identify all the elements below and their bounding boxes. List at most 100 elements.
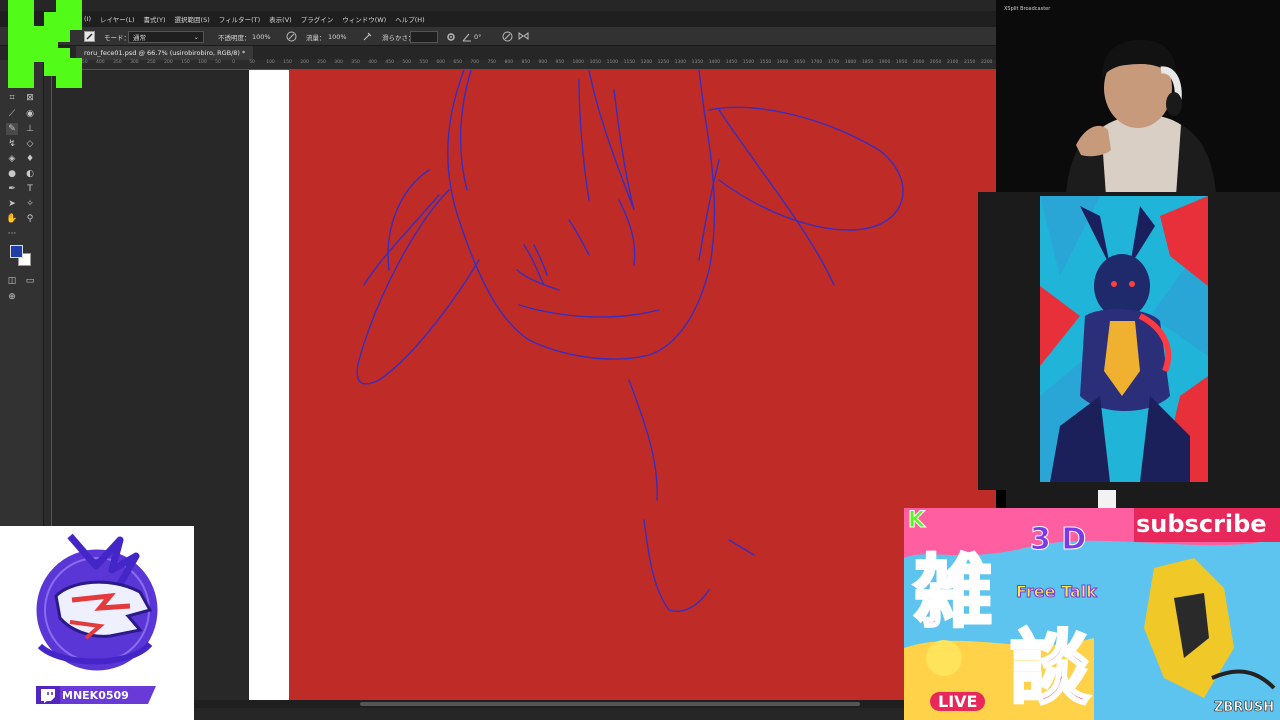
menu-item-select[interactable]: 選択範囲(S) <box>175 14 210 24</box>
reference-scrollbar[interactable] <box>1006 490 1280 508</box>
ruler-tick-label: 1150 <box>623 60 636 65</box>
streamer-image <box>996 0 1280 196</box>
more-tools-icon[interactable]: ··· <box>6 228 18 240</box>
smudge-icon[interactable]: ◐ <box>24 168 36 180</box>
history-brush-icon[interactable]: ↯ <box>6 138 18 150</box>
bucket-icon[interactable]: ◈ <box>6 153 18 165</box>
frame-icon[interactable]: ⊠ <box>24 92 36 104</box>
mode-value: 通常 <box>133 33 146 42</box>
menu-item-window[interactable]: ウィンドウ(W) <box>342 14 386 24</box>
opacity-label: 不透明度： <box>218 33 251 42</box>
menu-item-layer[interactable]: レイヤー(L) <box>100 14 135 24</box>
symmetry-icon[interactable] <box>518 30 529 43</box>
ruler-tick-label: 1350 <box>691 60 704 65</box>
blur-icon[interactable]: ♦ <box>24 153 36 165</box>
live-badge: LIVE <box>930 692 986 711</box>
flow-label: 流量： <box>306 33 326 42</box>
ruler-tick-label: 650 <box>453 60 462 65</box>
ruler-tick-label: 1500 <box>742 60 755 65</box>
angle-field[interactable]: 0° <box>474 30 481 43</box>
eraser-icon[interactable]: ◇ <box>24 138 36 150</box>
ruler-tick-label: 350 <box>351 60 360 65</box>
chevron-down-icon: ⌄ <box>193 32 199 41</box>
ruler-tick-label: 800 <box>504 60 514 65</box>
dan-kanji: 談 <box>1009 621 1092 717</box>
zbrush-logo-text: ZBrush <box>1214 700 1275 716</box>
options-bar: モード： 通常 ⌄ 不透明度： 100% 流量： 100% 滑らかさ： 0° <box>0 27 996 46</box>
shape-icon[interactable]: ✧ <box>24 198 36 210</box>
pressure-opacity-icon[interactable] <box>286 30 297 43</box>
ruler-tick-label: 700 <box>470 60 480 65</box>
ruler-tick-label: 250 <box>147 60 156 65</box>
quick-mask-icon[interactable]: ◫ <box>6 275 18 287</box>
path-select-icon[interactable]: ➤ <box>6 198 18 210</box>
ruler-tick-label: 400 <box>96 60 105 65</box>
ruler-tick-label: 1650 <box>793 60 806 65</box>
dodge-icon[interactable]: ● <box>6 168 18 180</box>
canvas[interactable] <box>289 70 996 700</box>
flow-field[interactable]: 100% <box>328 30 347 43</box>
ruler-tick-label: 1800 <box>844 60 857 65</box>
ruler-tick-label: 2000 <box>912 60 925 65</box>
canvas-white-strip[interactable] <box>249 70 289 700</box>
menu-item-image[interactable]: (I) <box>84 15 91 23</box>
type-icon[interactable]: T <box>24 183 36 195</box>
screen-mode-icon[interactable]: ▭ <box>24 275 36 287</box>
document-tab[interactable]: roru_fece01.psd @ 66.7% (usirobirobiro, … <box>76 46 254 60</box>
hand-icon[interactable]: ✋ <box>6 213 18 225</box>
brush-preset-icon[interactable] <box>84 30 95 43</box>
reference-scroll-thumb[interactable] <box>1098 490 1116 508</box>
menu-item-view[interactable]: 表示(V) <box>269 14 292 24</box>
ruler-tick-label: 550 <box>419 60 428 65</box>
spot-heal-icon[interactable]: ◉ <box>24 108 36 120</box>
ruler-tick-label: 300 <box>334 60 343 65</box>
ruler-tick-label: 750 <box>487 60 497 65</box>
menu-item-filter[interactable]: フィルター(T) <box>219 14 260 24</box>
crop-icon[interactable]: ⌗ <box>6 92 18 104</box>
ruler-tick-label: 950 <box>555 60 565 65</box>
ruler-tick-label: 0 <box>232 60 236 65</box>
gear-icon[interactable] <box>446 30 456 43</box>
horizontal-scrollbar[interactable] <box>194 700 904 708</box>
eyedropper-icon[interactable]: ⟋ <box>6 108 18 120</box>
ruler-tick-label: 50 <box>215 60 221 65</box>
stream-banner: K subscribe 3 D 雑 Free Talk 談 LIVE ZBrus… <box>904 508 1280 720</box>
ruler-tick-label: 850 <box>521 60 531 65</box>
zoom-icon[interactable]: ⚲ <box>24 213 36 225</box>
smoothing-field[interactable] <box>410 30 438 43</box>
ruler-tick-label: 1450 <box>725 60 738 65</box>
brush-icon[interactable]: ✎ <box>6 123 18 135</box>
webcam-watermark: XSplit Broadcaster <box>1004 6 1051 12</box>
pen-icon[interactable]: ✒ <box>6 183 18 195</box>
ruler-tick-label: 150 <box>181 60 190 65</box>
airbrush-icon[interactable] <box>362 30 373 43</box>
mode-select[interactable]: 通常 ⌄ <box>128 30 204 43</box>
pressure-size-icon[interactable] <box>502 30 513 43</box>
scrollbar-thumb[interactable] <box>360 702 860 706</box>
foreground-color-swatch[interactable] <box>10 245 23 258</box>
ruler-tick-label: 1950 <box>895 60 908 65</box>
ruler-tick-label: 1250 <box>657 60 670 65</box>
sketch-lines <box>356 70 904 612</box>
menu-item-type[interactable]: 書式(Y) <box>144 14 166 24</box>
tools-panel: ⌗ ⊠ ⟋ ◉ ✎ ⊥ ↯ ◇ ◈ ♦ ● ◐ ✒ T ➤ ✧ ✋ ⚲ ··· … <box>0 60 44 526</box>
ruler-tick-label: 100 <box>266 60 275 65</box>
horizontal-ruler[interactable]: 50 450 400 350 300 250 200 150 100 500 50 100 150 200… <box>60 60 996 70</box>
opacity-field[interactable]: 100% <box>252 30 271 43</box>
document-tab-title: roru_fece01.psd @ 66.7% (usirobirobiro, … <box>84 49 246 57</box>
document-tab-bar: roru_fece01.psd @ 66.7% (usirobirobiro, … <box>44 46 996 60</box>
ruler-tick-label: 1050 <box>589 60 602 65</box>
ruler-tick-label: 2200 <box>980 60 993 65</box>
menu-item-plugins[interactable]: プラグイン <box>301 14 334 24</box>
ruler-tick-label: 350 <box>113 60 122 65</box>
ruler-tick-label: 2050 <box>929 60 942 65</box>
ruler-tick-label: 150 <box>283 60 292 65</box>
ruler-tick-label: 250 <box>317 60 326 65</box>
stamp-icon[interactable]: ⊥ <box>24 123 36 135</box>
menu-item-help[interactable]: ヘルプ(H) <box>395 14 424 24</box>
ruler-tick-label: 1550 <box>759 60 772 65</box>
extra-tool-icon[interactable]: ⊕ <box>6 291 18 303</box>
reference-image <box>1040 196 1208 482</box>
ruler-tick-label: 1750 <box>827 60 840 65</box>
ruler-tick-label: 600 <box>436 60 445 65</box>
